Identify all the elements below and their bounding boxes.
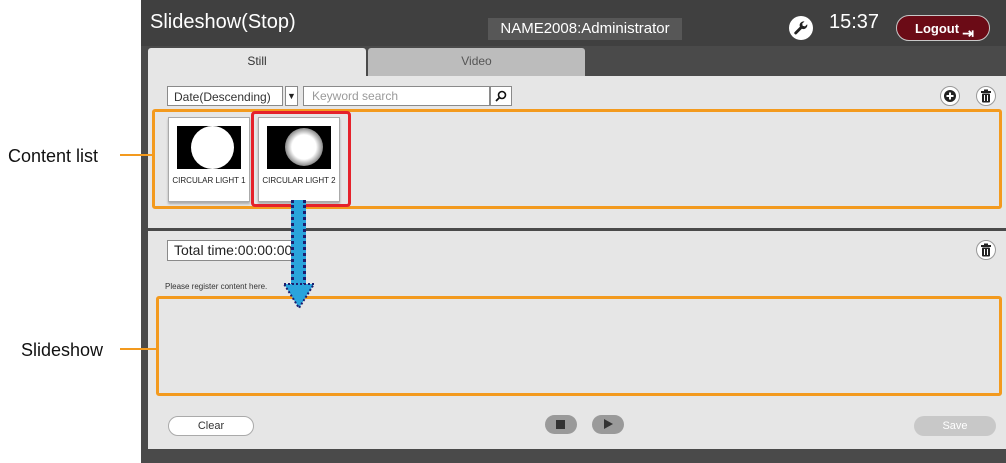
search-input[interactable]: Keyword search (303, 86, 490, 106)
thumbnail (177, 126, 241, 169)
save-button[interactable]: Save (914, 416, 996, 436)
content-item-label: CIRCULAR LIGHT 1 (172, 176, 246, 185)
user-name: NAME2008:Administrator (488, 18, 682, 40)
callout-content-list: Content list (8, 146, 99, 166)
page-title: Slideshow(Stop) (150, 11, 296, 33)
play-icon (604, 419, 613, 429)
clock: 15:37 (829, 11, 880, 33)
slideshow-drop-area[interactable] (156, 296, 1002, 396)
content-item[interactable]: CIRCULAR LIGHT 1 (168, 117, 250, 202)
logout-icon: ⇥ (962, 25, 974, 41)
trash-icon[interactable] (976, 86, 996, 106)
trash-icon[interactable] (976, 240, 996, 260)
selection-highlight (251, 111, 351, 207)
tab-video[interactable]: Video (368, 48, 585, 76)
stop-icon (556, 420, 565, 429)
clear-button[interactable]: Clear (168, 416, 254, 436)
arrow-head-icon (282, 283, 316, 310)
sort-select[interactable]: Date(Descending) (167, 86, 283, 106)
drag-arrow (291, 200, 306, 286)
logout-label: Logout (915, 21, 960, 36)
search-icon[interactable] (490, 86, 512, 106)
wrench-icon[interactable] (789, 16, 813, 40)
chevron-down-icon[interactable]: ▼ (285, 86, 298, 106)
callout-line (120, 348, 156, 350)
tab-still[interactable]: Still (148, 48, 366, 76)
stop-button[interactable] (545, 415, 577, 434)
callout-line (120, 154, 152, 156)
register-hint: Please register content here. (165, 282, 268, 291)
play-button[interactable] (592, 415, 624, 434)
callout-slideshow: Slideshow (21, 340, 104, 360)
plus-icon[interactable] (940, 86, 960, 106)
logout-button[interactable]: Logout ⇥ (896, 15, 990, 41)
total-time: Total time:00:00:00 (167, 240, 300, 261)
